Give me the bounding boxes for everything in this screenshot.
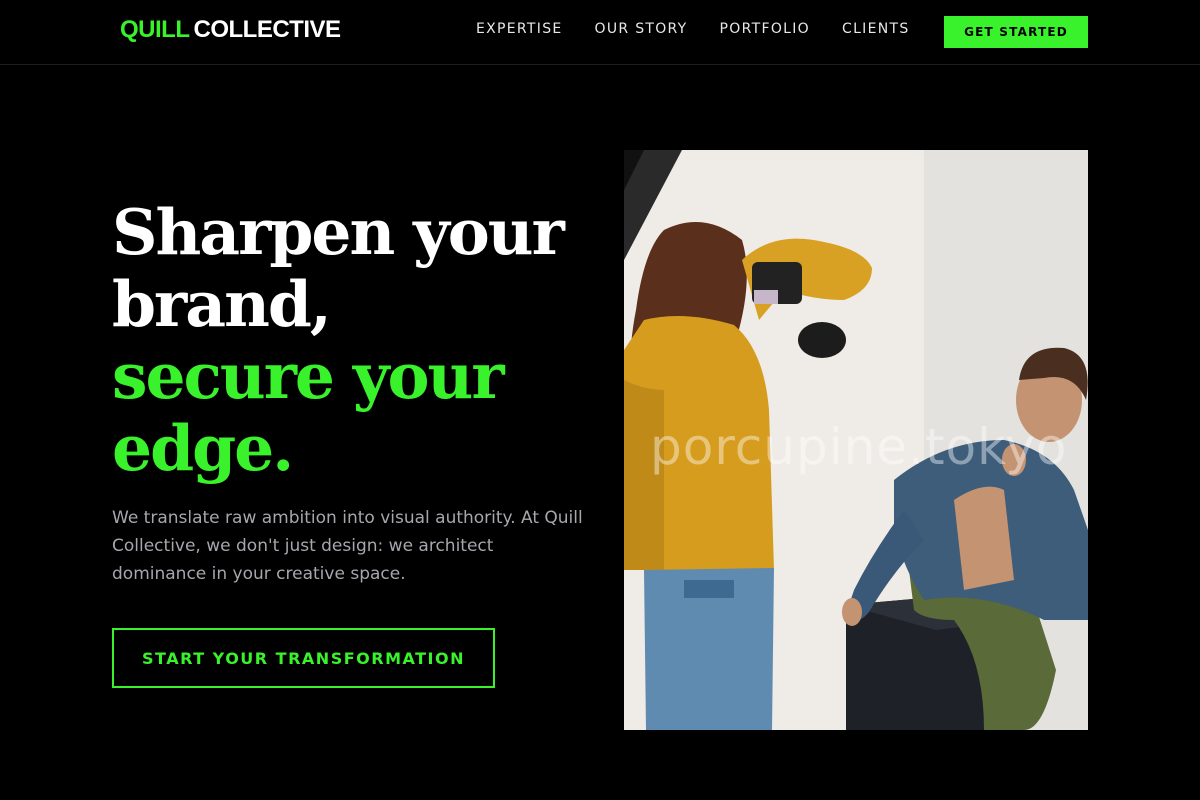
brand-logo-accent: QUILL xyxy=(120,16,190,43)
headline-line-3: secure your xyxy=(112,339,505,413)
get-started-button[interactable]: GET STARTED xyxy=(944,16,1088,48)
photo-watermark: porcupine.tokyo xyxy=(650,418,1068,476)
hero-photo: porcupine.tokyo xyxy=(624,150,1088,730)
headline-line-2: brand, xyxy=(112,267,332,341)
headline-line-1: Sharpen your xyxy=(112,195,565,269)
nav-link-clients[interactable]: CLIENTS xyxy=(842,21,910,37)
start-transformation-button[interactable]: START YOUR TRANSFORMATION xyxy=(112,628,495,688)
main-nav: EXPERTISE OUR STORY PORTFOLIO CLIENTS xyxy=(476,21,942,37)
nav-link-our-story[interactable]: OUR STORY xyxy=(595,21,688,37)
nav-link-expertise[interactable]: EXPERTISE xyxy=(476,21,563,37)
top-navigation-bar: QUILL COLLECTIVE EXPERTISE OUR STORY PORT… xyxy=(0,0,1200,65)
hero-headline: Sharpen your brand, secure your edge. xyxy=(112,196,592,484)
nav-link-portfolio[interactable]: PORTFOLIO xyxy=(720,21,810,37)
brand-logo[interactable]: QUILL COLLECTIVE xyxy=(120,16,341,44)
headline-line-4: edge. xyxy=(112,411,294,485)
hero-description: We translate raw ambition into visual au… xyxy=(112,508,583,584)
brand-logo-rest: COLLECTIVE xyxy=(193,16,342,43)
